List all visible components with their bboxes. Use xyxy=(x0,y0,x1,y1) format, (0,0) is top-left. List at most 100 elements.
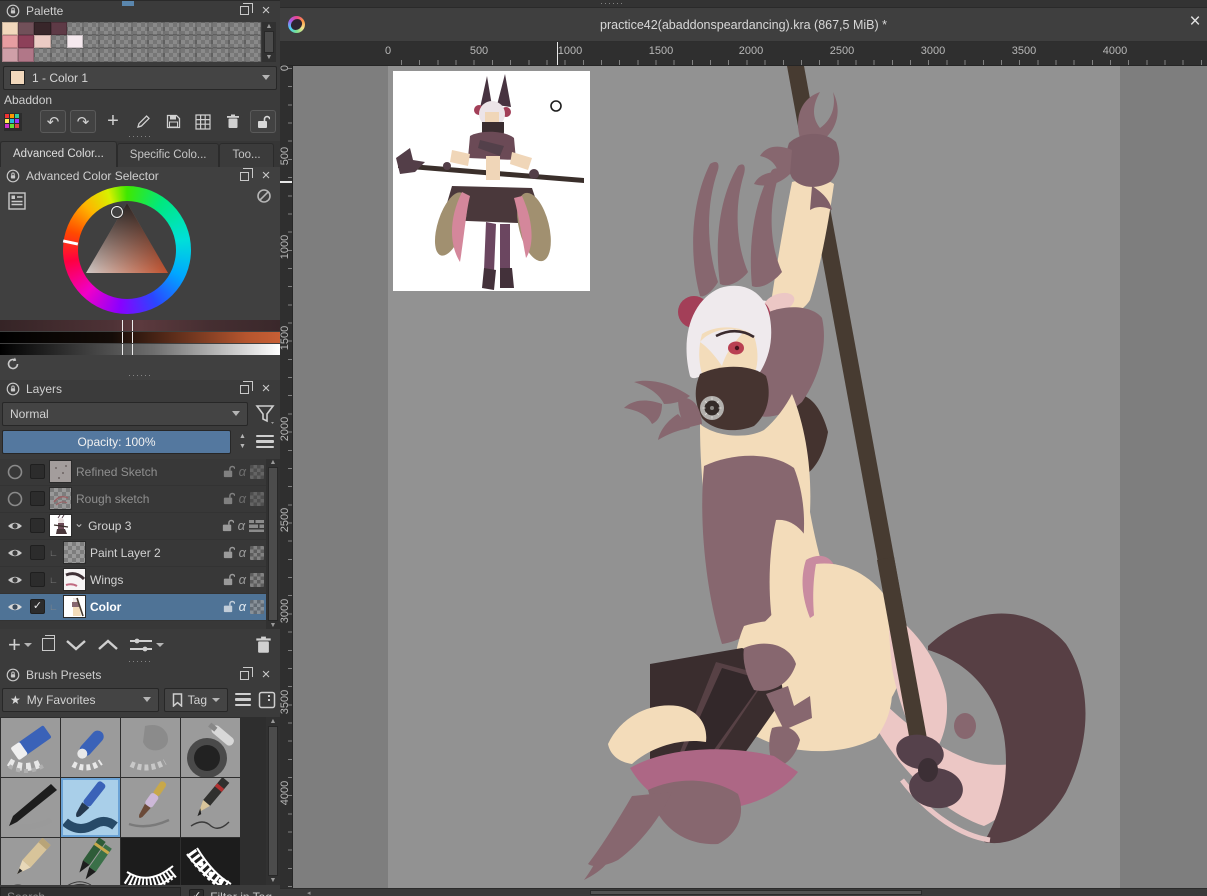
palette-swatch[interactable] xyxy=(83,22,99,35)
current-color-dropdown[interactable]: 1 - Color 1 xyxy=(3,66,277,90)
brush-tile-airbrush[interactable] xyxy=(181,718,240,777)
palette-swatch[interactable] xyxy=(99,22,115,35)
refresh-icon[interactable] xyxy=(6,357,20,371)
brush-tile-eraser-soft[interactable] xyxy=(61,718,120,777)
palette-swatch[interactable] xyxy=(51,48,67,61)
visibility-toggle[interactable] xyxy=(4,463,26,481)
scroll-up-icon[interactable]: ▲ xyxy=(270,459,277,466)
palette-swatch[interactable] xyxy=(67,22,83,35)
filter-checkbox[interactable]: ✓ xyxy=(189,889,204,896)
close-document-button[interactable]: × xyxy=(1187,15,1203,29)
palette-swatch[interactable] xyxy=(164,22,180,35)
tab-advanced-color[interactable]: Advanced Color... xyxy=(0,141,117,167)
palette-swatch[interactable] xyxy=(180,22,196,35)
color-wheel-area[interactable] xyxy=(0,186,280,316)
palette-swatch[interactable] xyxy=(115,22,131,35)
layers-menu-button[interactable] xyxy=(254,435,276,449)
brush-tile-pencil-red[interactable] xyxy=(181,778,240,837)
spin-down-icon[interactable]: ▼ xyxy=(236,443,249,450)
palette-swatch[interactable] xyxy=(180,35,196,48)
drag-handle[interactable]: ······ xyxy=(0,134,280,141)
selector-settings-icon[interactable] xyxy=(8,192,26,210)
palette-swatch[interactable] xyxy=(99,35,115,48)
lock-open-icon[interactable] xyxy=(222,492,235,505)
layer-checkbox[interactable] xyxy=(30,464,45,479)
layer-row-wings[interactable]: ∟ Wings α xyxy=(0,567,280,594)
tab-specific-color[interactable]: Specific Colo... xyxy=(117,143,220,167)
palette-swatch[interactable] xyxy=(164,48,180,61)
palette-swatch[interactable] xyxy=(132,22,148,35)
palette-swatch[interactable] xyxy=(115,48,131,61)
scroll-down-icon[interactable]: ▼ xyxy=(270,877,277,884)
layer-checkbox[interactable] xyxy=(30,491,45,506)
layer-list-scrollbar[interactable]: ▲ ▼ xyxy=(266,459,280,629)
sv-triangle[interactable] xyxy=(63,186,191,314)
scroll-left-icon[interactable]: ◂ xyxy=(307,889,311,896)
visibility-toggle[interactable] xyxy=(4,490,26,508)
brush-menu-button[interactable] xyxy=(233,693,253,707)
palette-swatch[interactable] xyxy=(67,35,83,48)
panel-lock-icon[interactable] xyxy=(6,4,20,18)
palette-swatch[interactable] xyxy=(229,35,245,48)
lock-open-icon[interactable] xyxy=(222,600,235,613)
visibility-toggle[interactable] xyxy=(4,517,26,535)
move-layer-down-button[interactable] xyxy=(65,638,87,652)
palette-colors-icon[interactable] xyxy=(4,113,22,131)
inherit-alpha-icon[interactable] xyxy=(250,546,264,560)
layer-properties-button[interactable] xyxy=(129,638,164,652)
brush-tile-lace-2[interactable] xyxy=(181,838,240,885)
spin-up-icon[interactable]: ▲ xyxy=(236,433,249,440)
add-swatch-button[interactable]: + xyxy=(100,110,126,133)
delete-layer-button[interactable] xyxy=(255,636,272,654)
float-panel-button[interactable] xyxy=(236,4,252,18)
palette-swatch[interactable] xyxy=(212,48,228,61)
duplicate-layer-button[interactable] xyxy=(42,638,55,651)
palette-swatch[interactable] xyxy=(115,35,131,48)
move-layer-up-button[interactable] xyxy=(97,638,119,652)
brush-tile-paintbrush-selected[interactable] xyxy=(61,778,120,837)
palette-grid-button[interactable] xyxy=(190,110,216,133)
close-panel-button[interactable]: × xyxy=(258,4,274,18)
alpha-icon[interactable]: α xyxy=(239,464,246,479)
palette-swatch[interactable] xyxy=(196,35,212,48)
scroll-up-icon[interactable]: ▲ xyxy=(270,718,277,725)
palette-scrollbar[interactable]: ▲ ▼ xyxy=(262,22,276,62)
alpha-icon[interactable]: α xyxy=(238,518,245,533)
display-mode-button[interactable] xyxy=(258,691,276,709)
brush-tile-eraser[interactable] xyxy=(1,718,60,777)
layer-checkbox[interactable] xyxy=(30,518,45,533)
lock-open-icon[interactable] xyxy=(222,546,235,559)
document-title-bar[interactable]: practice42(abaddonspeardancing).kra (867… xyxy=(280,8,1207,42)
palette-swatch[interactable] xyxy=(18,22,34,35)
brush-tile-lace-1[interactable] xyxy=(121,838,180,885)
palette-swatch[interactable] xyxy=(148,22,164,35)
palette-swatch[interactable] xyxy=(148,48,164,61)
palette-swatch[interactable] xyxy=(2,22,18,35)
scroll-down-icon[interactable]: ▼ xyxy=(270,622,277,629)
palette-swatch[interactable] xyxy=(245,48,261,61)
layer-filter-button[interactable] xyxy=(254,403,276,425)
save-palette-button[interactable] xyxy=(160,110,186,133)
palette-swatch[interactable] xyxy=(229,48,245,61)
palette-swatch[interactable] xyxy=(132,35,148,48)
shade-bar-3[interactable] xyxy=(0,344,280,355)
brush-tile-ink-pen[interactable] xyxy=(1,778,60,837)
palette-swatch[interactable] xyxy=(67,48,83,61)
opacity-stepper[interactable]: ▲▼ xyxy=(236,430,249,454)
delete-swatch-button[interactable] xyxy=(220,110,246,133)
shade-selector[interactable] xyxy=(0,320,280,355)
scroll-up-icon[interactable]: ▲ xyxy=(266,23,273,30)
inherit-alpha-icon[interactable] xyxy=(250,492,264,506)
lock-open-icon[interactable] xyxy=(221,519,234,532)
visibility-toggle[interactable] xyxy=(4,598,26,616)
group-expand-chevron[interactable]: ⌄ xyxy=(74,516,84,530)
palette-swatch[interactable] xyxy=(51,35,67,48)
float-panel-button[interactable] xyxy=(236,169,252,183)
palette-swatch[interactable] xyxy=(34,35,50,48)
search-input[interactable] xyxy=(0,887,181,896)
lock-open-icon[interactable] xyxy=(222,573,235,586)
no-color-icon[interactable] xyxy=(256,188,272,204)
layer-row-paint-layer-2[interactable]: ∟ Paint Layer 2 α xyxy=(0,540,280,567)
palette-swatch[interactable] xyxy=(245,35,261,48)
layer-checkbox[interactable] xyxy=(30,545,45,560)
